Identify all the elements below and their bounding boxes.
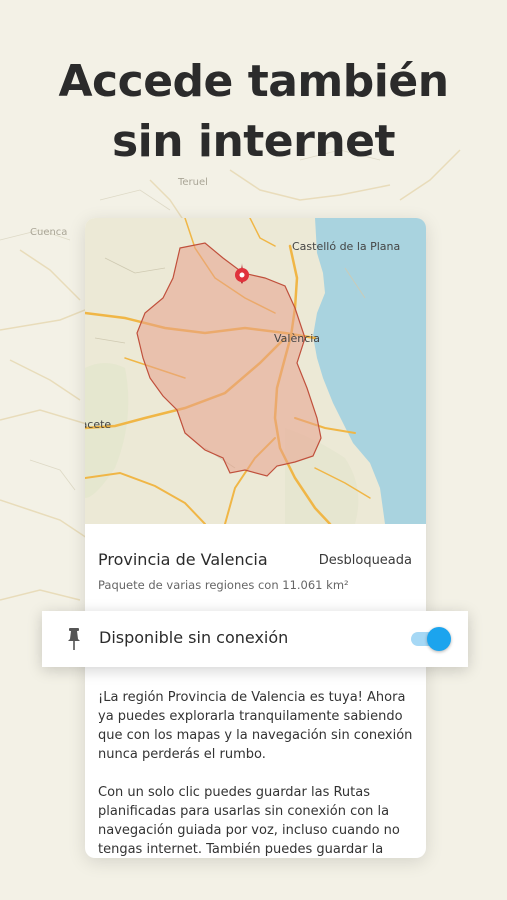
offline-bar[interactable]: Disponible sin conexión	[42, 611, 468, 667]
region-status: Desbloqueada	[318, 553, 412, 568]
label-castellon: Castelló de la Plana	[292, 240, 400, 253]
toggle-knob	[427, 627, 451, 651]
label-albacete: Albacete	[85, 418, 111, 431]
pin-icon	[68, 628, 80, 650]
offline-label: Disponible sin conexión	[99, 628, 289, 647]
headline: Accede también sin internet	[0, 52, 507, 172]
offline-toggle[interactable]	[409, 627, 451, 651]
region-description: ¡La región Provincia de Valencia es tuya…	[98, 688, 416, 858]
headline-line-1: Accede también	[58, 56, 449, 107]
bg-label-cuenca: Cuenca	[30, 227, 67, 238]
headline-line-2: sin internet	[111, 116, 396, 167]
description-paragraph-1: ¡La región Provincia de Valencia es tuya…	[98, 690, 413, 762]
region-map[interactable]: Castelló de la Plana València Albacete	[85, 218, 426, 524]
description-paragraph-2: Con un solo clic puedes guardar las Ruta…	[98, 785, 400, 857]
region-title: Provincia de Valencia	[98, 550, 268, 569]
region-subtitle: Paquete de varias regiones con 11.061 km…	[98, 578, 349, 592]
region-card: Castelló de la Plana València Albacete P…	[85, 218, 426, 858]
bg-label-teruel: Teruel	[177, 177, 208, 188]
label-valencia: València	[274, 332, 320, 345]
